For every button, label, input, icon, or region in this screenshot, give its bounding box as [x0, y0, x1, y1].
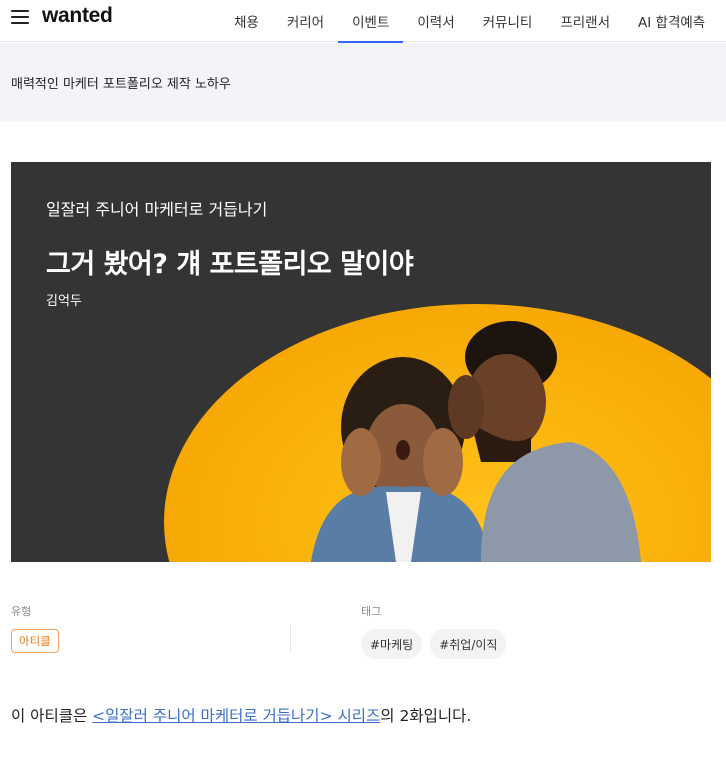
- banner-series-title: 일잘러 주니어 마케터로 거듭나기: [46, 200, 268, 219]
- intro-prefix: 이 아티클은: [11, 707, 93, 725]
- intro-suffix: 의 2화입니다.: [380, 707, 472, 725]
- tag-chip-marketing[interactable]: #마케팅: [361, 629, 423, 659]
- main-nav: 채용 커리어 이벤트 이력서 커뮤니티 프리랜서 AI 합격예측: [220, 0, 719, 43]
- wanted-logo[interactable]: wanted: [42, 4, 113, 28]
- type-badge: 아티클: [11, 629, 59, 653]
- page-title: 매력적인 마케터 포트폴리오 제작 노하우: [11, 77, 231, 92]
- nav-item-community[interactable]: 커뮤니티: [469, 0, 547, 42]
- top-navigation-bar: wanted 채용 커리어 이벤트 이력서 커뮤니티 프리랜서 AI 합격예측: [0, 0, 726, 43]
- banner-author: 김억두: [46, 294, 82, 309]
- nav-item-career[interactable]: 커리어: [273, 0, 338, 42]
- banner-illustration: [164, 304, 711, 562]
- page-title-band: 매력적인 마케터 포트폴리오 제작 노하우: [0, 43, 726, 122]
- nav-item-ai-prediction[interactable]: AI 합격예측: [624, 0, 719, 42]
- tags-label: 태그: [361, 605, 382, 618]
- type-label: 유형: [11, 605, 32, 618]
- nav-item-events[interactable]: 이벤트: [338, 0, 404, 43]
- nav-item-jobs[interactable]: 채용: [220, 0, 273, 42]
- meta-divider: [290, 624, 291, 653]
- intro-paragraph: 이 아티클은 <일잘러 주니어 마케터로 거듭나기> 시리즈의 2화입니다.: [11, 704, 471, 726]
- article-banner: 일잘러 주니어 마케터로 거듭나기 그거 봤어? 걔 포트폴리오 말이야 김억두: [11, 162, 711, 562]
- series-link[interactable]: <일잘러 주니어 마케터로 거듭나기> 시리즈: [92, 707, 380, 725]
- tag-chip-job-change[interactable]: #취업/이직: [430, 629, 507, 659]
- hamburger-menu-icon[interactable]: [11, 9, 29, 25]
- tag-list: #마케팅 #취업/이직: [361, 629, 507, 659]
- banner-article-title: 그거 봤어? 걔 포트폴리오 말이야: [46, 249, 414, 280]
- nav-item-freelancer[interactable]: 프리랜서: [546, 0, 624, 42]
- nav-item-resume[interactable]: 이력서: [403, 0, 468, 42]
